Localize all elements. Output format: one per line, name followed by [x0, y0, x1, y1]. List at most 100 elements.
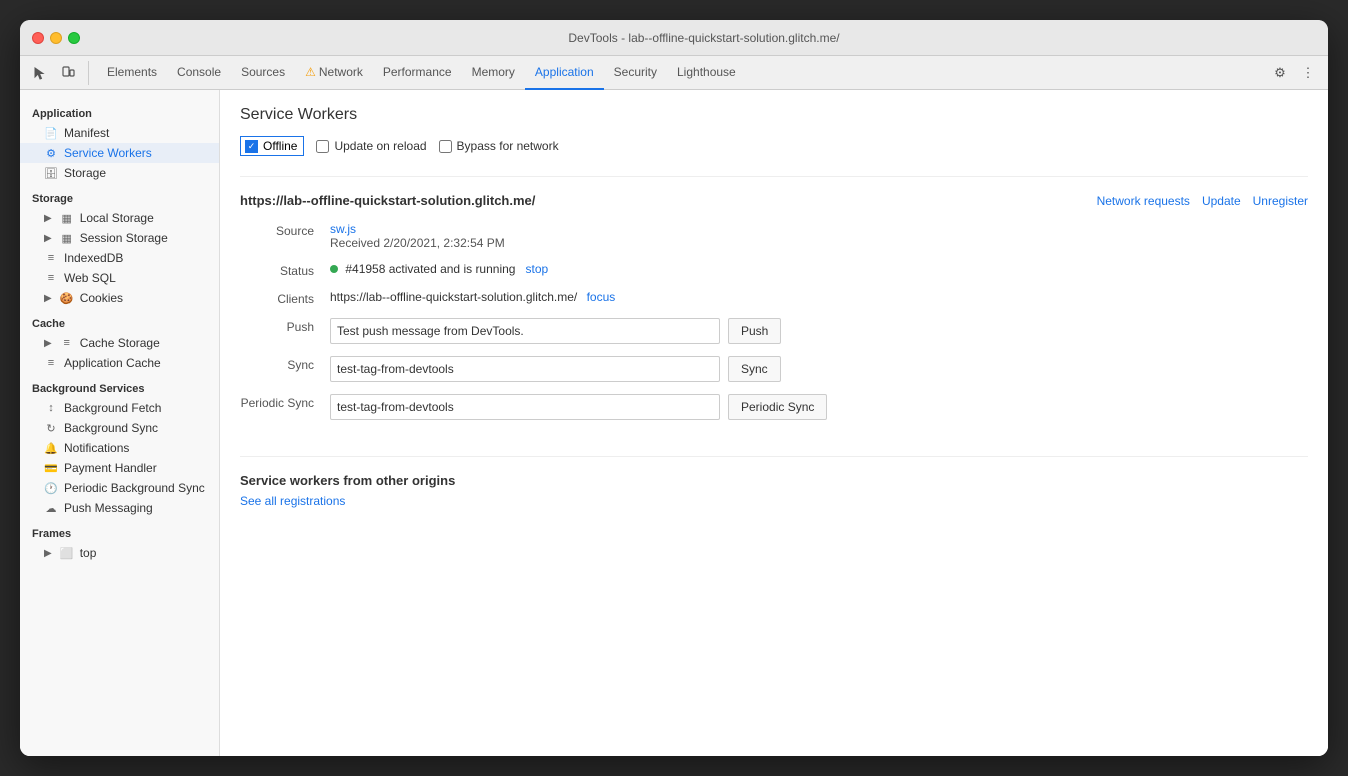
sync-input[interactable]: [330, 356, 720, 382]
push-input[interactable]: [330, 318, 720, 344]
traffic-lights: [32, 32, 80, 44]
sidebar-item-notifications[interactable]: 🔔 Notifications: [20, 438, 219, 458]
tab-console[interactable]: Console: [167, 56, 231, 90]
push-input-row: Push: [330, 318, 1308, 344]
periodic-sync-row: Periodic Sync Periodic Sync: [240, 394, 1308, 420]
offline-checkbox-label[interactable]: ✓ Offline: [240, 136, 304, 156]
bypass-for-network-checkbox[interactable]: [439, 140, 452, 153]
manifest-icon: 📄: [44, 126, 58, 140]
sidebar-item-payment-handler[interactable]: 💳 Payment Handler: [20, 458, 219, 478]
periodic-sync-button[interactable]: Periodic Sync: [728, 394, 827, 420]
sidebar-section-application: Application: [20, 102, 219, 123]
sidebar-item-top-frame[interactable]: ▶ ⬜ top: [20, 543, 219, 563]
sidebar-item-background-sync[interactable]: ↻ Background Sync: [20, 418, 219, 438]
sidebar-item-session-storage[interactable]: ▶ ▦ Session Storage: [20, 228, 219, 248]
close-button[interactable]: [32, 32, 44, 44]
service-worker-entry: https://lab--offline-quickstart-solution…: [240, 176, 1308, 448]
sidebar-item-service-workers[interactable]: ⚙ Service Workers: [20, 143, 219, 163]
sidebar-item-indexeddb[interactable]: ≡ IndexedDB: [20, 248, 219, 268]
sidebar-item-push-messaging[interactable]: ☁ Push Messaging: [20, 498, 219, 518]
status-row: Status #41958 activated and is running s…: [240, 262, 1308, 278]
tab-security[interactable]: Security: [604, 56, 667, 90]
background-sync-icon: ↻: [44, 421, 58, 435]
update-on-reload-checkbox[interactable]: [316, 140, 329, 153]
clients-url: https://lab--offline-quickstart-solution…: [330, 290, 577, 304]
periodic-sync-input-row: Periodic Sync: [330, 394, 1308, 420]
offline-check-icon: ✓: [248, 141, 256, 152]
sidebar-item-application-cache[interactable]: ≡ Application Cache: [20, 353, 219, 373]
top-frame-icon: ⬜: [60, 546, 74, 560]
status-text: #41958 activated and is running: [345, 262, 515, 276]
minimize-button[interactable]: [50, 32, 62, 44]
sync-label: Sync: [240, 356, 330, 372]
sw-actions: Network requests Update Unregister: [1097, 194, 1308, 208]
tab-lighthouse[interactable]: Lighthouse: [667, 56, 746, 90]
status-dot-icon: [330, 265, 338, 273]
tab-network[interactable]: ⚠ Network: [295, 56, 373, 90]
expand-top-frame-icon: ▶: [44, 548, 52, 559]
bypass-for-network-label[interactable]: Bypass for network: [439, 139, 559, 153]
sidebar-item-manifest[interactable]: 📄 Manifest: [20, 123, 219, 143]
see-all-registrations-link[interactable]: See all registrations: [240, 494, 345, 508]
network-warning-icon: ⚠: [305, 65, 316, 79]
source-row: Source sw.js Received 2/20/2021, 2:32:54…: [240, 222, 1308, 250]
sidebar-item-cookies[interactable]: ▶ 🍪 Cookies: [20, 288, 219, 308]
page-title: Service Workers: [240, 106, 1308, 124]
push-row: Push Push: [240, 318, 1308, 344]
unregister-link[interactable]: Unregister: [1253, 194, 1308, 208]
sidebar-section-storage: Storage: [20, 187, 219, 208]
sync-row: Sync Sync: [240, 356, 1308, 382]
toolbar-row: ✓ Offline Update on reload Bypass for ne…: [240, 136, 1308, 156]
settings-icon[interactable]: ⚙: [1268, 61, 1292, 85]
network-requests-link[interactable]: Network requests: [1097, 194, 1190, 208]
status-value: #41958 activated and is running stop: [330, 262, 1308, 276]
notifications-icon: 🔔: [44, 441, 58, 455]
tab-performance[interactable]: Performance: [373, 56, 462, 90]
tab-application[interactable]: Application: [525, 56, 604, 90]
devtools-tab-bar: Elements Console Sources ⚠ Network Perfo…: [20, 56, 1328, 90]
periodic-sync-label: Periodic Sync: [240, 394, 330, 410]
update-on-reload-label[interactable]: Update on reload: [316, 139, 426, 153]
stop-link[interactable]: stop: [526, 262, 549, 276]
sidebar-section-frames: Frames: [20, 522, 219, 543]
sidebar: Application 📄 Manifest ⚙ Service Workers…: [20, 90, 220, 756]
tab-memory[interactable]: Memory: [462, 56, 525, 90]
cache-storage-icon: ≡: [60, 336, 74, 350]
sidebar-item-background-fetch[interactable]: ↕ Background Fetch: [20, 398, 219, 418]
focus-link[interactable]: focus: [587, 290, 616, 304]
sidebar-item-periodic-background-sync[interactable]: 🕐 Periodic Background Sync: [20, 478, 219, 498]
tabs-right-controls: ⚙ ⋮: [1268, 61, 1320, 85]
sidebar-section-background-services: Background Services: [20, 377, 219, 398]
periodic-sync-input[interactable]: [330, 394, 720, 420]
sidebar-item-local-storage[interactable]: ▶ ▦ Local Storage: [20, 208, 219, 228]
devtools-window: DevTools - lab--offline-quickstart-solut…: [20, 20, 1328, 756]
update-link[interactable]: Update: [1202, 194, 1241, 208]
push-button[interactable]: Push: [728, 318, 781, 344]
maximize-button[interactable]: [68, 32, 80, 44]
push-label: Push: [240, 318, 330, 334]
local-storage-icon: ▦: [60, 211, 74, 225]
tools-left: [28, 61, 89, 85]
more-options-icon[interactable]: ⋮: [1296, 61, 1320, 85]
other-origins-section: Service workers from other origins See a…: [240, 456, 1308, 508]
indexeddb-icon: ≡: [44, 251, 58, 265]
device-tool-icon[interactable]: [56, 61, 80, 85]
received-text: Received 2/20/2021, 2:32:54 PM: [330, 236, 505, 250]
expand-cookies-icon: ▶: [44, 293, 52, 304]
source-value: sw.js Received 2/20/2021, 2:32:54 PM: [330, 222, 1308, 250]
sync-input-row: Sync: [330, 356, 1308, 382]
offline-label: Offline: [263, 139, 297, 153]
source-link[interactable]: sw.js: [330, 222, 356, 236]
sidebar-item-cache-storage[interactable]: ▶ ≡ Cache Storage: [20, 333, 219, 353]
sidebar-item-web-sql[interactable]: ≡ Web SQL: [20, 268, 219, 288]
tab-elements[interactable]: Elements: [97, 56, 167, 90]
sidebar-item-storage[interactable]: 🗄 Storage: [20, 163, 219, 183]
cookies-icon: 🍪: [60, 291, 74, 305]
title-bar: DevTools - lab--offline-quickstart-solut…: [20, 20, 1328, 56]
sync-button[interactable]: Sync: [728, 356, 781, 382]
cursor-tool-icon[interactable]: [28, 61, 52, 85]
tab-sources[interactable]: Sources: [231, 56, 295, 90]
storage-icon: 🗄: [44, 166, 58, 180]
clients-value: https://lab--offline-quickstart-solution…: [330, 290, 1308, 304]
background-fetch-icon: ↕: [44, 401, 58, 415]
